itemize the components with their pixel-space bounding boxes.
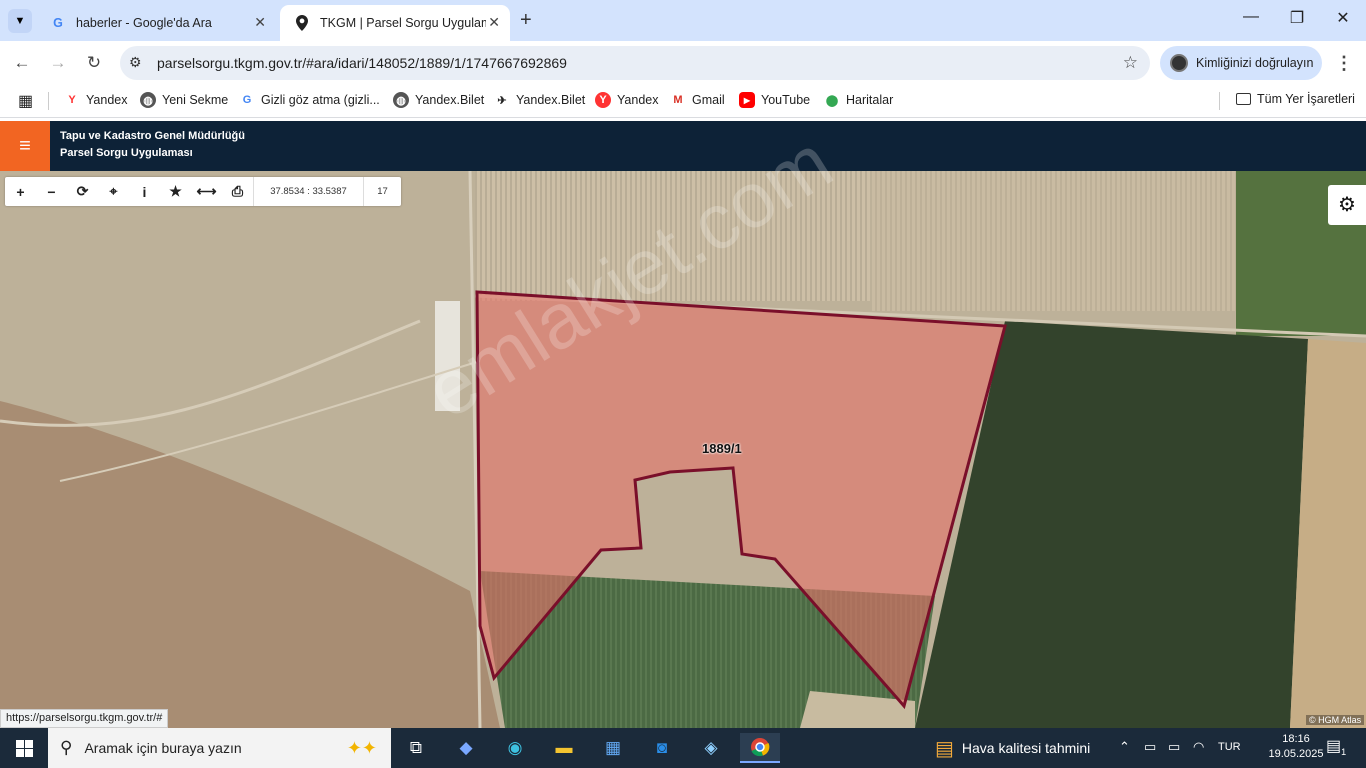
chevron-up-icon[interactable]: ⌃ bbox=[1119, 739, 1130, 755]
gmail-icon: M bbox=[673, 94, 683, 106]
avatar bbox=[1170, 54, 1188, 72]
divider bbox=[48, 92, 49, 110]
app-title: Tapu ve Kadastro Genel Müdürlüğü bbox=[60, 130, 245, 142]
m365-icon[interactable]: ◈ bbox=[691, 733, 731, 763]
zoom-in-icon[interactable]: + bbox=[5, 177, 36, 206]
edge-icon[interactable]: ◉ bbox=[495, 733, 535, 763]
tab-strip: ▼ G haberler - Google'da Ara ✕ TKGM | Pa… bbox=[0, 0, 1366, 41]
url-text[interactable]: parselsorgu.tkgm.gov.tr/#ara/idari/14805… bbox=[157, 55, 567, 71]
map-pin-icon bbox=[294, 15, 310, 31]
meet-icon[interactable]: ▭ bbox=[1144, 739, 1156, 755]
wifi-icon[interactable]: ◠ bbox=[1193, 739, 1204, 755]
close-icon[interactable]: ✕ bbox=[488, 14, 500, 31]
map-toolbar: + − ⟳ ⌖ i ★ ⟷ ⎙ 37.8534 : 33.5387 17 bbox=[5, 177, 401, 206]
tab-search-button[interactable]: ▼ bbox=[8, 9, 32, 33]
clock-date: 19.05.2025 bbox=[1268, 748, 1324, 760]
youtube-icon: ▶ bbox=[739, 92, 755, 108]
all-bookmarks[interactable]: Tüm Yer İşaretleri bbox=[1236, 92, 1355, 106]
google-icon: G bbox=[53, 16, 63, 30]
more-menu-icon[interactable]: ⋮ bbox=[1335, 53, 1353, 74]
bookmark-gizli[interactable]: G Gizli göz atma (gizli... bbox=[239, 92, 380, 108]
clock[interactable]: 18:16 19.05.2025 bbox=[1268, 732, 1324, 762]
clock-time: 18:16 bbox=[1282, 733, 1310, 745]
locate-icon[interactable]: ⌖ bbox=[98, 177, 129, 206]
outlook-icon[interactable]: ◙ bbox=[642, 733, 682, 763]
copilot-icon[interactable]: ◆ bbox=[446, 733, 486, 763]
globe-icon: ◍ bbox=[140, 92, 156, 108]
air-quality-icon: ▤ bbox=[935, 737, 954, 760]
tab-title: TKGM | Parsel Sorgu Uygulamas bbox=[320, 16, 486, 30]
identity-label: Kimliğinizi doğrulayın bbox=[1196, 56, 1314, 70]
address-bar[interactable]: ⚙ parselsorgu.tkgm.gov.tr/#ara/idari/148… bbox=[120, 46, 1150, 80]
yandex-icon: Y bbox=[595, 92, 611, 108]
hamburger-menu-icon[interactable]: ≡ bbox=[0, 121, 50, 171]
search-placeholder: Aramak için buraya yazın bbox=[84, 740, 242, 756]
back-button[interactable]: ← bbox=[8, 49, 36, 77]
bookmark-yandex-bilet-1[interactable]: ◍ Yandex.Bilet bbox=[393, 92, 484, 108]
measure-icon[interactable]: ⟷ bbox=[191, 177, 222, 206]
status-url: https://parselsorgu.tkgm.gov.tr/# bbox=[0, 709, 169, 728]
map-attribution: © HGM Atlas bbox=[1306, 715, 1365, 725]
settings-gear-icon[interactable]: ⚙ bbox=[1328, 185, 1366, 225]
print-icon[interactable]: ⎙ bbox=[222, 177, 253, 206]
zoom-out-icon[interactable]: − bbox=[36, 177, 67, 206]
reload-button[interactable]: ↻ bbox=[80, 49, 108, 77]
bookmark-star-icon[interactable]: ☆ bbox=[1123, 53, 1138, 73]
parcel-label[interactable]: 1889/1 bbox=[702, 441, 742, 456]
tab-google-search[interactable]: G haberler - Google'da Ara ✕ bbox=[36, 5, 276, 41]
tab-tkgm[interactable]: TKGM | Parsel Sorgu Uygulamas ✕ bbox=[280, 5, 510, 41]
bookmark-gmail[interactable]: M Gmail bbox=[670, 92, 724, 108]
notification-count: 1 bbox=[1341, 747, 1347, 758]
search-icon: ⚲ bbox=[60, 738, 73, 757]
app-subtitle: Parsel Sorgu Uygulaması bbox=[60, 147, 193, 159]
taskbar: ⚲ Aramak için buraya yazın ✦✦ ⧉ ◆ ◉ ▬ ▦ … bbox=[0, 728, 1366, 768]
weather-label: Hava kalitesi tahmini bbox=[961, 740, 1091, 756]
close-icon[interactable]: ✕ bbox=[254, 14, 266, 31]
maps-pin-icon: ⬤ bbox=[825, 94, 839, 107]
tab-title: haberler - Google'da Ara bbox=[76, 16, 212, 30]
bookmark-haritalar[interactable]: ⬤ Haritalar bbox=[824, 92, 893, 108]
globe-icon: ◍ bbox=[393, 92, 409, 108]
task-view-icon[interactable]: ⧉ bbox=[396, 733, 436, 763]
bookmark-yandex[interactable]: Y Yandex bbox=[64, 92, 127, 108]
app-header: ≡ Tapu ve Kadastro Genel Müdürlüğü Parse… bbox=[0, 121, 1366, 171]
new-tab-button[interactable]: + bbox=[520, 9, 532, 32]
battery-icon[interactable]: ▭ bbox=[1168, 739, 1180, 755]
chrome-icon[interactable] bbox=[740, 733, 780, 763]
notifications-icon[interactable]: ▤1 bbox=[1326, 736, 1346, 757]
site-info-icon[interactable]: ⚙ bbox=[129, 54, 142, 71]
taskbar-search[interactable]: ⚲ Aramak için buraya yazın ✦✦ bbox=[48, 728, 391, 768]
apps-icon[interactable]: ▦ bbox=[18, 91, 33, 111]
google-icon: G bbox=[242, 94, 252, 106]
minimize-button[interactable]: — bbox=[1238, 8, 1264, 32]
restore-button[interactable]: ❐ bbox=[1284, 8, 1310, 32]
browser-toolbar: ← → ↻ ⚙ parselsorgu.tkgm.gov.tr/#ara/ida… bbox=[0, 41, 1366, 84]
info-icon[interactable]: i bbox=[129, 177, 160, 206]
plane-icon: ✈ bbox=[497, 94, 507, 107]
yandex-icon: Y bbox=[68, 94, 76, 106]
favorite-star-icon[interactable]: ★ bbox=[160, 177, 191, 206]
forward-button[interactable]: → bbox=[44, 49, 72, 77]
file-explorer-icon[interactable]: ▬ bbox=[544, 733, 584, 763]
bookmark-yandex-2[interactable]: Y Yandex bbox=[595, 92, 658, 108]
bookmark-yandex-bilet-2[interactable]: ✈ Yandex.Bilet bbox=[494, 92, 585, 108]
identity-button[interactable]: Kimliğinizi doğrulayın bbox=[1160, 46, 1322, 80]
bookmark-yeni-sekme[interactable]: ◍ Yeni Sekme bbox=[140, 92, 228, 108]
language-indicator[interactable]: TUR bbox=[1218, 741, 1241, 753]
divider bbox=[1219, 92, 1220, 110]
zoom-level: 17 bbox=[363, 177, 401, 206]
bookmark-youtube[interactable]: ▶ YouTube bbox=[739, 92, 810, 108]
bookmarks-bar: ▦ Y Yandex ◍ Yeni Sekme G Gizli göz atma (g… bbox=[0, 84, 1366, 118]
refresh-icon[interactable]: ⟳ bbox=[67, 177, 98, 206]
store-icon[interactable]: ▦ bbox=[593, 733, 633, 763]
windows-start-icon[interactable] bbox=[0, 728, 48, 768]
sparkle-icon: ✦✦ bbox=[346, 737, 377, 758]
coordinate-readout: 37.8534 : 33.5387 bbox=[253, 177, 363, 206]
weather-widget[interactable]: ▤ Hava kalitesi tahmini bbox=[935, 728, 1090, 768]
folder-icon bbox=[1236, 93, 1251, 105]
close-window-button[interactable]: ✕ bbox=[1330, 8, 1356, 32]
